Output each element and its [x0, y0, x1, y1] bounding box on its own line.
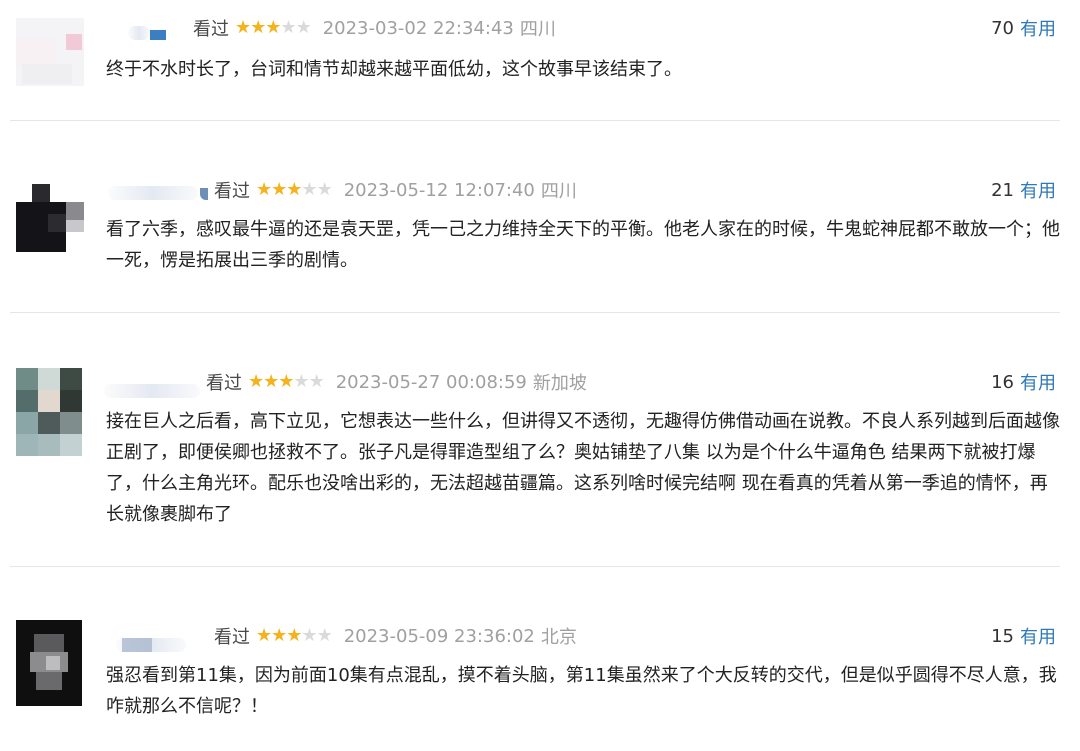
- vote-area: 16 有用: [991, 368, 1056, 396]
- watch-status: 看过: [193, 19, 229, 40]
- star-icon: ★: [280, 17, 296, 38]
- comment-meta: 看过 ★ ★ ★ ★ ★ 2023-03-02 22:34:43 四川: [193, 14, 556, 42]
- vote-area: 70 有用: [991, 14, 1056, 42]
- comment-meta: 看过 ★ ★ ★ ★ ★ 2023-05-27 00:08:59 新加坡: [206, 368, 587, 396]
- star-rating: ★ ★ ★ ★ ★: [256, 625, 333, 646]
- avatar[interactable]: [16, 620, 82, 706]
- watch-status: 看过: [214, 627, 250, 648]
- comment-item: 看过 ★ ★ ★ ★ ★ 2023-05-27 00:08:59 新加坡 16 有用 接…: [0, 312, 1080, 566]
- star-icon: ★: [235, 17, 251, 38]
- star-icon: ★: [271, 625, 287, 646]
- comment-text: 终于不水时长了，台词和情节却越来越平面低幼，这个故事早该结束了。: [106, 59, 682, 80]
- vote-count: 21: [991, 179, 1014, 201]
- watch-status: 看过: [214, 181, 250, 202]
- comment-location: 新加坡: [532, 373, 587, 394]
- star-rating: ★ ★ ★ ★ ★: [256, 179, 333, 200]
- comment-meta: 看过 ★ ★ ★ ★ ★ 2023-05-12 12:07:40 四川: [214, 176, 577, 204]
- watch-status: 看过: [206, 373, 242, 394]
- avatar[interactable]: [16, 184, 84, 252]
- star-icon: ★: [256, 179, 272, 200]
- username[interactable]: [104, 382, 204, 398]
- star-icon: ★: [301, 179, 317, 200]
- star-icon: ★: [316, 625, 333, 646]
- comment-date: 2023-05-27 00:08:59: [335, 371, 527, 393]
- comment-text: 接在巨人之后看，高下立见，它想表达一些什么，但讲得又不透彻，无趣得仿佛借动画在说…: [106, 411, 1060, 525]
- star-rating: ★ ★ ★ ★ ★: [248, 371, 325, 392]
- vote-count: 16: [991, 371, 1014, 393]
- star-icon: ★: [250, 17, 266, 38]
- vote-count: 15: [991, 625, 1014, 647]
- username[interactable]: [128, 24, 188, 40]
- star-rating: ★ ★ ★ ★ ★: [235, 17, 312, 38]
- comment-date: 2023-05-09 23:36:02: [343, 625, 535, 647]
- star-icon: ★: [248, 371, 264, 392]
- comment-location: 北京: [540, 627, 577, 648]
- star-icon: ★: [256, 625, 272, 646]
- star-icon: ★: [271, 179, 287, 200]
- comment-date: 2023-03-02 22:34:43: [322, 17, 514, 39]
- star-icon: ★: [278, 371, 294, 392]
- star-icon: ★: [301, 625, 317, 646]
- comment-text: 看了六季，感叹最牛逼的还是袁天罡，凭一己之力维持全天下的平衡。他老人家在的时候，…: [106, 219, 1060, 271]
- star-icon: ★: [295, 17, 312, 38]
- comment-item: 看过 ★ ★ ★ ★ ★ 2023-03-02 22:34:43 四川 70 有用 终于…: [0, 0, 1080, 120]
- useful-button[interactable]: 有用: [1020, 369, 1056, 395]
- star-icon: ★: [263, 371, 279, 392]
- comment-meta: 看过 ★ ★ ★ ★ ★ 2023-05-09 23:36:02 北京: [214, 622, 577, 650]
- vote-area: 15 有用: [991, 622, 1056, 650]
- username[interactable]: [108, 184, 208, 200]
- useful-button[interactable]: 有用: [1020, 177, 1056, 203]
- star-icon: ★: [316, 179, 333, 200]
- star-icon: ★: [293, 371, 309, 392]
- vote-area: 21 有用: [991, 176, 1056, 204]
- star-icon: ★: [265, 17, 281, 38]
- star-icon: ★: [308, 371, 325, 392]
- avatar[interactable]: [16, 368, 82, 456]
- star-icon: ★: [286, 625, 302, 646]
- star-icon: ★: [286, 179, 302, 200]
- useful-button[interactable]: 有用: [1020, 15, 1056, 41]
- username[interactable]: [116, 636, 196, 652]
- comment-text: 强忍看到第11集，因为前面10集有点混乱，摸不着头脑，第11集虽然来了个大反转的…: [106, 665, 1057, 717]
- comment-date: 2023-05-12 12:07:40: [343, 179, 535, 201]
- comment-item: 看过 ★ ★ ★ ★ ★ 2023-05-09 23:36:02 北京 15 有用 强忍…: [0, 566, 1080, 751]
- avatar[interactable]: [16, 18, 84, 86]
- comment-location: 四川: [519, 19, 556, 40]
- useful-button[interactable]: 有用: [1020, 623, 1056, 649]
- comment-item: 看过 ★ ★ ★ ★ ★ 2023-05-12 12:07:40 四川 21 有用 看了…: [0, 120, 1080, 312]
- vote-count: 70: [991, 17, 1014, 39]
- comment-location: 四川: [540, 181, 577, 202]
